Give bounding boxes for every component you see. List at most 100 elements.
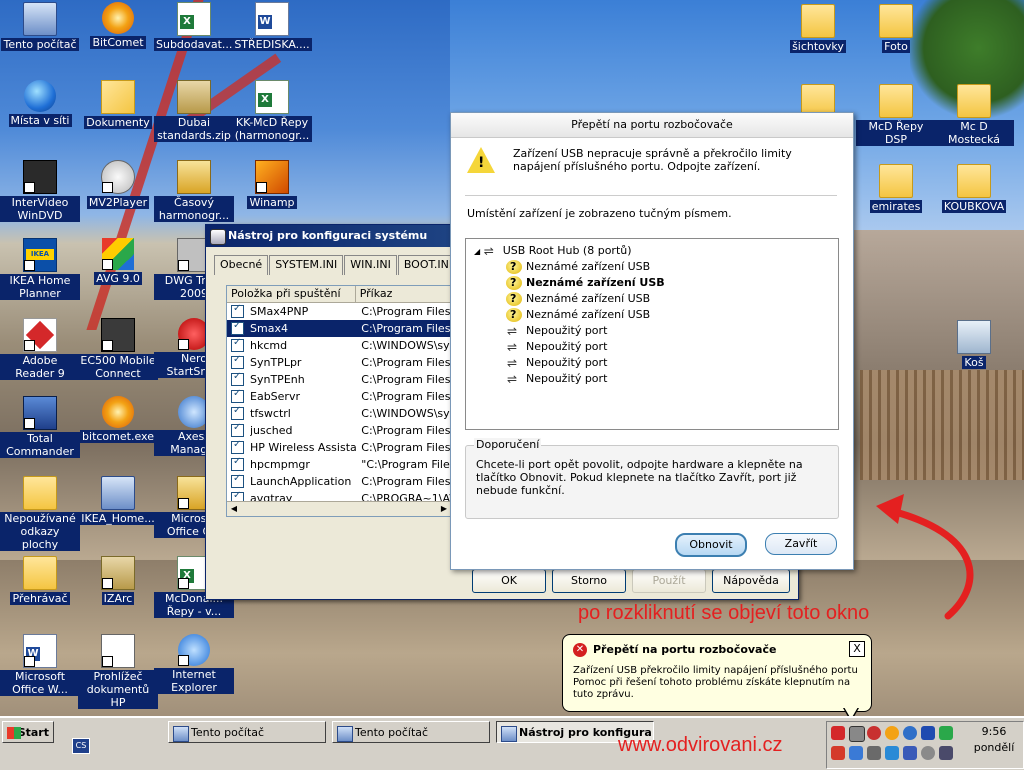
startup-checkbox[interactable]	[231, 320, 244, 335]
startup-row[interactable]: LaunchApplication C:\Program Files\	[227, 473, 451, 490]
start-button[interactable]: Start	[2, 721, 54, 743]
avg-tray-icon[interactable]	[831, 746, 845, 760]
startup-checkbox[interactable]	[231, 354, 244, 369]
network-tray-icon[interactable]	[849, 746, 863, 760]
startup-row[interactable]: SynTPEnh C:\Program Files\	[227, 371, 451, 388]
device-tree-item[interactable]: Nepoužitý port	[506, 371, 607, 387]
startup-row[interactable]: SynTPLpr C:\Program Files\	[227, 354, 451, 371]
device-tree[interactable]: ◢ USB Root Hub (8 portů)Neznámé zařízení…	[465, 238, 839, 430]
usb-warning-tray-icon[interactable]	[849, 726, 865, 742]
startup-checkbox[interactable]	[231, 337, 244, 352]
device-tree-item[interactable]: Neznámé zařízení USB	[506, 291, 650, 307]
desktop-icon-emirates[interactable]: emirates	[856, 164, 936, 213]
ok-button[interactable]: OK	[472, 569, 546, 593]
device-tree-item[interactable]: Neznámé zařízení USB	[506, 259, 650, 275]
desktop-icon-ms-word[interactable]: Microsoft Office W...	[0, 634, 80, 696]
desktop-icon-ikea-planner[interactable]: IKEA Home Planner	[0, 238, 80, 300]
taskbar-clock[interactable]: 9:56 pondělí	[966, 724, 1022, 756]
tool-tray-icon[interactable]	[867, 746, 881, 760]
startup-row[interactable]: EabServr C:\Program Files\	[227, 388, 451, 405]
startup-row[interactable]: hpcmpmgr "C:\Program Files\	[227, 456, 451, 473]
startup-checkbox[interactable]	[231, 439, 244, 454]
desktop-icon-strediska[interactable]: STŘEDISKA....	[232, 2, 312, 51]
device-tree-item[interactable]: Neznámé zařízení USB	[506, 307, 650, 323]
dialog-title[interactable]: Přepětí na portu rozbočovače	[451, 113, 853, 138]
help-button[interactable]: Nápověda	[712, 569, 790, 593]
startup-row[interactable]: jusched C:\Program Files\	[227, 422, 451, 439]
desktop-icon-mcd-repy-dsp[interactable]: McD Řepy DSP	[856, 84, 936, 146]
desktop-icon-intervideo[interactable]: InterVideo WinDVD	[0, 160, 80, 222]
startup-checkbox[interactable]	[231, 456, 244, 471]
startup-row[interactable]: hkcmd C:\WINDOWS\sys	[227, 337, 451, 354]
scroll-right-icon[interactable]: ▶	[437, 502, 451, 516]
speaker-tray-icon[interactable]	[921, 746, 935, 760]
desktop-icon-prohlizec[interactable]: Prohlížeč dokumentů HP	[78, 634, 158, 709]
desktop-icon-ec500[interactable]: EC500 Mobile Connect	[78, 318, 158, 380]
bluetooth-tray-icon[interactable]	[921, 726, 935, 740]
startup-list[interactable]: Položka při spuštění Příkaz SMax4PNP C:\P…	[226, 285, 452, 517]
apply-button[interactable]: Použít	[632, 569, 706, 593]
desktop-icon-mista-v-siti[interactable]: Místa v síti	[0, 80, 80, 127]
desktop-icon-bitcomet-exe[interactable]: bitcomet.exe	[78, 396, 158, 443]
battery-tray-icon[interactable]	[939, 726, 953, 740]
desktop-icon-koubkova[interactable]: KOUBKOVA	[934, 164, 1014, 213]
task-button-tento-pocitac-1[interactable]: Tento počítač	[168, 721, 326, 743]
desktop-icon-kk-mcd[interactable]: KK-McD Řepy (harmonogr...	[232, 80, 312, 142]
horizontal-scrollbar[interactable]: ◀ ▶	[227, 501, 451, 516]
monitor-tray-icon[interactable]	[903, 746, 917, 760]
tab-obecne[interactable]: Obecné	[214, 255, 269, 275]
cancel-button[interactable]: Storno	[552, 569, 626, 593]
adobe-tray-icon[interactable]	[831, 726, 845, 740]
column-header-item[interactable]: Položka při spuštění	[227, 286, 356, 302]
desktop-icon-foto[interactable]: Foto	[856, 4, 936, 53]
device-tree-item[interactable]: ◢ USB Root Hub (8 portů)	[474, 243, 632, 259]
startup-checkbox[interactable]	[231, 388, 244, 403]
tree-expand-icon[interactable]: ◢	[474, 247, 483, 256]
desktop-icon-tento-pocitac[interactable]: Tento počítač	[0, 2, 80, 51]
startup-checkbox[interactable]	[231, 422, 244, 437]
startup-checkbox[interactable]	[231, 405, 244, 420]
startup-checkbox[interactable]	[231, 371, 244, 386]
balloon-close-button[interactable]: X	[849, 641, 865, 657]
sync-tray-icon[interactable]	[939, 746, 953, 760]
desktop-icon-dubai[interactable]: Dubai standards.zip	[154, 80, 234, 142]
desktop-icon-winamp[interactable]: Winamp	[232, 160, 312, 209]
close-button[interactable]: Zavřít	[765, 533, 837, 555]
device-tree-item[interactable]: Nepoužitý port	[506, 323, 607, 339]
desktop-icon-casovy[interactable]: Časový harmonogr...	[154, 160, 234, 222]
desktop-icon-adobe-reader[interactable]: Adobe Reader 9	[0, 318, 80, 380]
startup-row[interactable]: SMax4PNP C:\Program Files\	[227, 303, 451, 320]
desktop-icon-subdodavat[interactable]: Subdodavat...	[154, 2, 235, 51]
task-button-tento-pocitac-2[interactable]: Tento počítač	[332, 721, 490, 743]
scroll-left-icon[interactable]: ◀	[227, 502, 241, 516]
globe-tray-icon[interactable]	[903, 726, 917, 740]
tab-win-ini[interactable]: WIN.INI	[344, 255, 397, 275]
startup-checkbox[interactable]	[231, 473, 244, 488]
desktop-icon-bitcomet[interactable]: BitComet	[78, 2, 158, 49]
desktop-icon-internet-explorer[interactable]: Internet Explorer	[154, 634, 234, 694]
startup-row[interactable]: Smax4 C:\Program Files\	[227, 320, 451, 337]
device-tree-item[interactable]: Neznámé zařízení USB	[506, 275, 665, 291]
desktop-icon-sichtovky[interactable]: šichtovky	[778, 4, 858, 53]
desktop-icon-dokumenty[interactable]: Dokumenty	[78, 80, 158, 129]
desktop-icon-avg[interactable]: AVG 9.0	[78, 238, 158, 285]
desktop-icon-mv2player[interactable]: MV2Player	[78, 160, 158, 209]
no-entry-tray-icon[interactable]	[867, 726, 881, 740]
desktop-icon-izarc[interactable]: IZArc	[78, 556, 158, 605]
tab-system-ini[interactable]: SYSTEM.INI	[269, 255, 344, 275]
refresh-button[interactable]: Obnovit	[675, 533, 747, 557]
desktop-icon-prehravac[interactable]: Přehrávač	[0, 556, 80, 605]
device-tree-item[interactable]: Nepoužitý port	[506, 355, 607, 371]
column-header-command[interactable]: Příkaz	[356, 286, 451, 302]
device-tree-item[interactable]: Nepoužitý port	[506, 339, 607, 355]
startup-row[interactable]: tfswctrl C:\WINDOWS\sys	[227, 405, 451, 422]
notification-balloon[interactable]: ✕ Přepětí na portu rozbočovače X Zařízen…	[562, 634, 872, 712]
desktop-icon-total-commander[interactable]: Total Commander	[0, 396, 80, 458]
desktop-icon-kos[interactable]: Koš	[934, 320, 1014, 369]
bitcomet-tray-icon[interactable]	[885, 726, 899, 740]
desktop-icon-mcd-mostecka[interactable]: Mc D Mostecká	[934, 84, 1014, 146]
startup-checkbox[interactable]	[231, 303, 244, 318]
wireless-tray-icon[interactable]	[885, 746, 899, 760]
quicklaunch-cs-icon[interactable]: CS	[72, 738, 90, 754]
desktop-icon-nepouzivane[interactable]: Nepoužívané odkazy plochy	[0, 476, 80, 551]
